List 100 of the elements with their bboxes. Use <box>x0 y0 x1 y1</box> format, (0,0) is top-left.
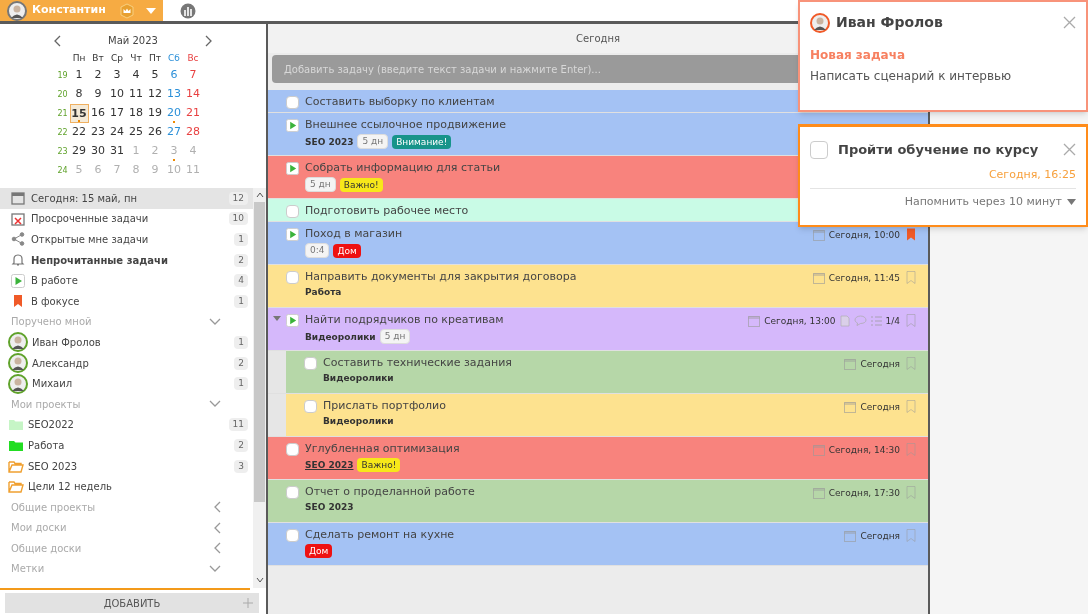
calendar-day[interactable]: 15 <box>69 104 89 123</box>
calendar-day[interactable]: 21 <box>183 104 203 123</box>
bookmark-icon[interactable] <box>906 400 916 413</box>
chevron-left-icon[interactable] <box>53 34 61 47</box>
project-label[interactable]: SEO 2023 <box>305 459 354 471</box>
task-row[interactable]: Прислать портфолио Видеоролики Сегодня <box>286 394 928 436</box>
chevron-right-icon[interactable] <box>205 34 213 47</box>
nav-item[interactable]: В работе 4 <box>0 270 253 291</box>
nav-item[interactable]: SEO2022 11 <box>0 414 253 436</box>
nav-item[interactable]: Сегодня: 15 май, пн 12 <box>0 188 253 209</box>
reminder-checkbox[interactable] <box>810 140 828 159</box>
calendar-day[interactable]: 25 <box>126 123 146 142</box>
task-title: Составить выборку по клиентам <box>305 95 495 109</box>
bookmark-icon[interactable] <box>906 271 916 284</box>
close-icon[interactable] <box>1063 143 1076 157</box>
nav-item[interactable]: Александр 2 <box>0 352 253 374</box>
project-label: SEO 2023 <box>305 135 354 148</box>
scroll-down-icon[interactable] <box>255 576 264 584</box>
task-row[interactable]: Направить документы для закрытия договора Работа Сегодня, 11:45 <box>268 265 928 307</box>
nav-item[interactable]: Михаил 1 <box>0 373 253 394</box>
expand-triangle-icon[interactable] <box>273 316 281 322</box>
calendar-icon <box>812 486 825 499</box>
nav-item[interactable]: Непрочитанные задачи 2 <box>0 249 253 271</box>
task-checkbox[interactable] <box>286 271 299 284</box>
task-row[interactable]: Найти подрядчиков по креативам Видеоролики 5 дн Сегодня, 13:00 1/4 <box>268 308 928 350</box>
nav-item[interactable]: SEO 2023 3 <box>0 455 253 477</box>
nav-item[interactable]: Иван Фролов 1 <box>0 332 253 353</box>
chevron-left-icon[interactable] <box>213 542 221 555</box>
task-title: Собрать информацию для статьи <box>305 161 501 175</box>
close-icon[interactable] <box>1063 16 1076 29</box>
bookmark-icon[interactable] <box>906 357 916 370</box>
crown-icon <box>118 2 135 19</box>
chevron-down-icon[interactable] <box>209 565 221 573</box>
task-row[interactable]: Поход в магазин 0:4 Дом Сегодня, 10:00 <box>268 222 928 264</box>
calendar-day[interactable]: 7 <box>183 66 203 85</box>
play-button[interactable] <box>286 228 299 241</box>
count-badge: 4 <box>234 274 248 288</box>
share-icon <box>11 232 25 247</box>
calendar-day[interactable]: 24 <box>107 123 127 142</box>
calendar-day[interactable]: 14 <box>183 85 203 104</box>
play-button[interactable] <box>286 162 299 175</box>
task-checkbox[interactable] <box>304 400 317 413</box>
due-date: Сегодня, 14:30 <box>828 443 900 456</box>
add-button[interactable]: ДОБАВИТЬ <box>5 593 259 613</box>
calendar-day[interactable]: 16 <box>88 104 108 123</box>
calendar-day[interactable]: 30 <box>88 142 108 161</box>
play-button[interactable] <box>286 119 299 132</box>
calendar-day[interactable]: 5 <box>145 66 165 85</box>
calendar-day[interactable]: 18 <box>126 104 146 123</box>
task-row[interactable]: Отчет о проделанной работе SEO 2023 Сегодня, 17:30 <box>268 480 928 522</box>
chevron-left-icon[interactable] <box>213 521 221 534</box>
calendar-day[interactable]: 28 <box>183 123 203 142</box>
calendar-day[interactable]: 20 <box>164 104 184 123</box>
bookmark-icon[interactable] <box>906 486 916 499</box>
stats-icon[interactable] <box>180 3 196 19</box>
calendar-day[interactable]: 29 <box>69 142 89 161</box>
scrollbar[interactable] <box>253 188 266 588</box>
calendar-day[interactable]: 22 <box>69 123 89 142</box>
calendar-day[interactable]: 9 <box>88 85 108 104</box>
nav-item[interactable]: Просроченные задачи 10 <box>0 208 253 230</box>
calendar-day[interactable]: 1 <box>69 66 89 85</box>
chevron-down-icon[interactable] <box>209 317 221 326</box>
play-button[interactable] <box>286 314 299 327</box>
calendar-icon <box>812 228 825 241</box>
calendar-day[interactable]: 19 <box>145 104 165 123</box>
nav-item[interactable]: Открытые мне задачи 1 <box>0 229 253 250</box>
calendar-day[interactable]: 23 <box>88 123 108 142</box>
calendar-day[interactable]: 11 <box>126 85 146 104</box>
calendar-icon <box>844 357 857 370</box>
bookmark-icon[interactable] <box>906 228 916 241</box>
calendar-day[interactable]: 4 <box>126 66 146 85</box>
calendar-day[interactable]: 2 <box>88 66 108 85</box>
bookmark-icon[interactable] <box>906 314 916 327</box>
bookmark-icon[interactable] <box>906 529 916 542</box>
nav-item[interactable]: Работа 2 <box>0 435 253 456</box>
week-number: 24 <box>56 165 69 177</box>
calendar-day[interactable]: 13 <box>164 85 184 104</box>
nav-item[interactable]: В фокусе 1 <box>0 290 253 312</box>
task-checkbox[interactable] <box>286 443 299 456</box>
calendar-day[interactable]: 10 <box>107 85 127 104</box>
task-checkbox[interactable] <box>286 529 299 542</box>
nav-item[interactable]: Цели 12 недель <box>0 476 253 497</box>
task-row[interactable]: Углубленная оптимизация SEO 2023 Важно! Сегодня, 14:30 <box>268 437 928 479</box>
calendar-day[interactable]: 17 <box>107 104 127 123</box>
scroll-up-icon[interactable] <box>255 191 264 199</box>
calendar-icon <box>812 271 825 284</box>
calendar-day[interactable]: 12 <box>145 85 165 104</box>
task-row[interactable]: Сделать ремонт на кухне Дом Сегодня <box>268 523 928 565</box>
task-checkbox[interactable] <box>286 205 299 218</box>
task-checkbox[interactable] <box>286 486 299 499</box>
chevron-down-icon[interactable] <box>209 400 221 409</box>
task-checkbox[interactable] <box>304 357 317 370</box>
calendar-day[interactable]: 6 <box>164 66 184 85</box>
chevron-left-icon[interactable] <box>213 501 221 514</box>
calendar-day[interactable]: 26 <box>145 123 165 142</box>
task-row[interactable]: Составить технические задания Видеоролики Сегодня <box>286 351 928 393</box>
calendar-day[interactable]: 3 <box>107 66 127 85</box>
task-checkbox[interactable] <box>286 96 299 109</box>
calendar-day[interactable]: 31 <box>107 142 127 161</box>
calendar-day[interactable]: 8 <box>69 85 89 104</box>
